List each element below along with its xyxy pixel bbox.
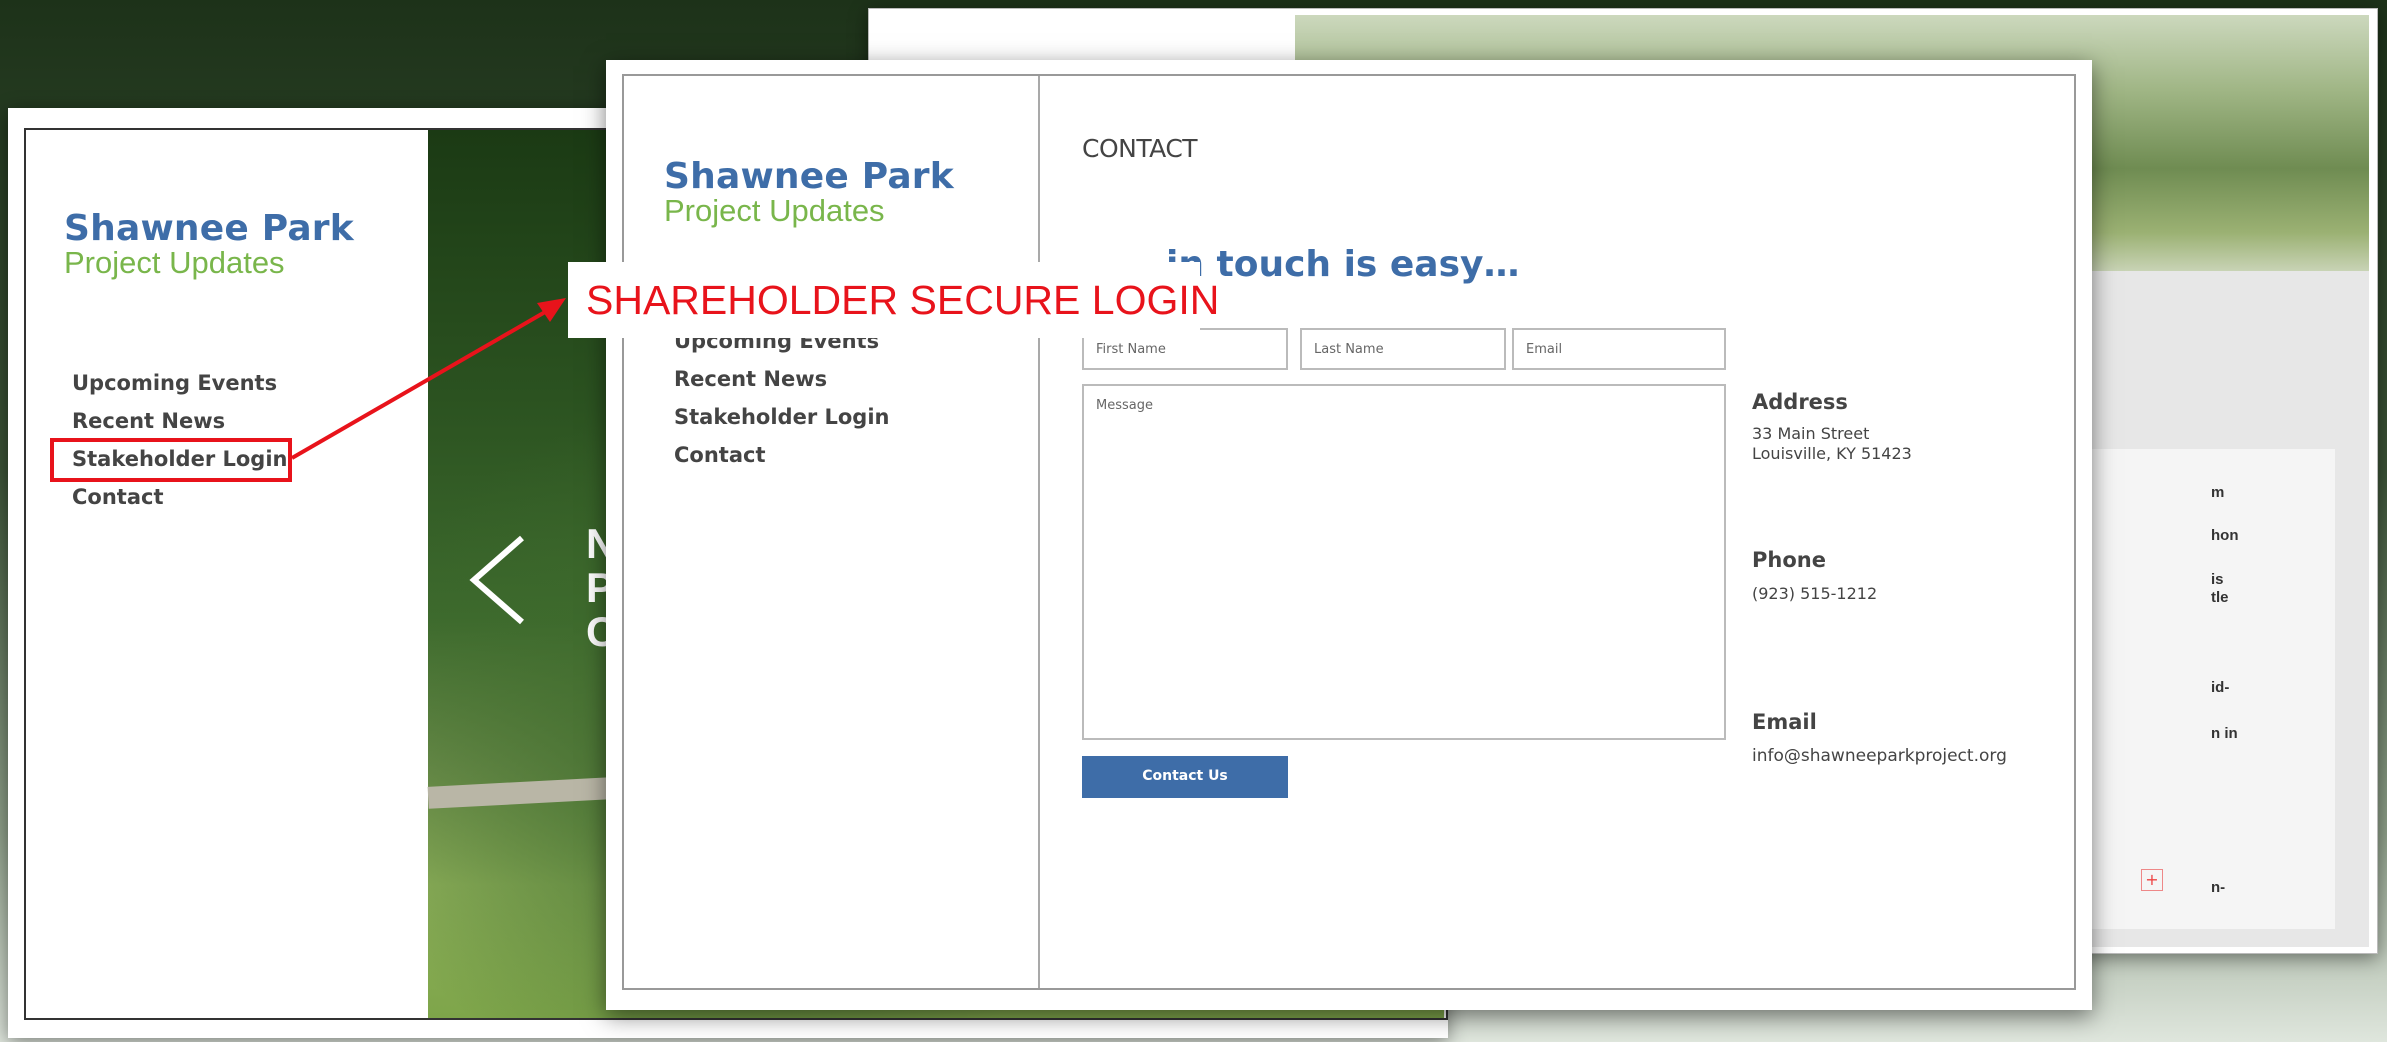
annotation-arrow — [291, 298, 566, 460]
arrow-head — [537, 298, 566, 322]
